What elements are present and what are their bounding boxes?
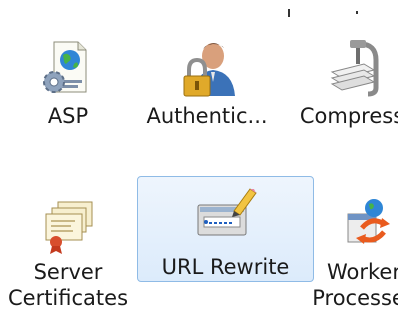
feature-label-line2: Processes: [312, 286, 398, 310]
feature-label-line1: Server: [33, 260, 103, 284]
feature-tile-asp[interactable]: ASP: [0, 22, 148, 152]
url-rewrite-icon: [197, 188, 257, 236]
feature-tile-server-certificates[interactable]: Server Certificates: [0, 180, 148, 310]
feature-label-line1: Worker: [327, 260, 398, 284]
feature-tile-compression[interactable]: Compress: [272, 22, 398, 152]
feature-tile-authentication[interactable]: Authentic...: [127, 22, 287, 152]
feature-label: Compress: [299, 104, 398, 128]
feature-label: ASP: [47, 104, 89, 128]
stray-mark: [288, 9, 290, 17]
stray-mark: [356, 11, 358, 14]
worker-processes-icon: [347, 199, 390, 244]
asp-icon: [43, 41, 87, 93]
feature-label: Authentic...: [146, 104, 268, 128]
feature-label-line2: Certificates: [7, 286, 129, 310]
compression-icon: [330, 40, 379, 97]
feature-tile-worker-processes[interactable]: Worker Processes: [284, 180, 398, 310]
authentication-icon: [183, 43, 235, 97]
server-certificates-icon: [45, 201, 93, 254]
